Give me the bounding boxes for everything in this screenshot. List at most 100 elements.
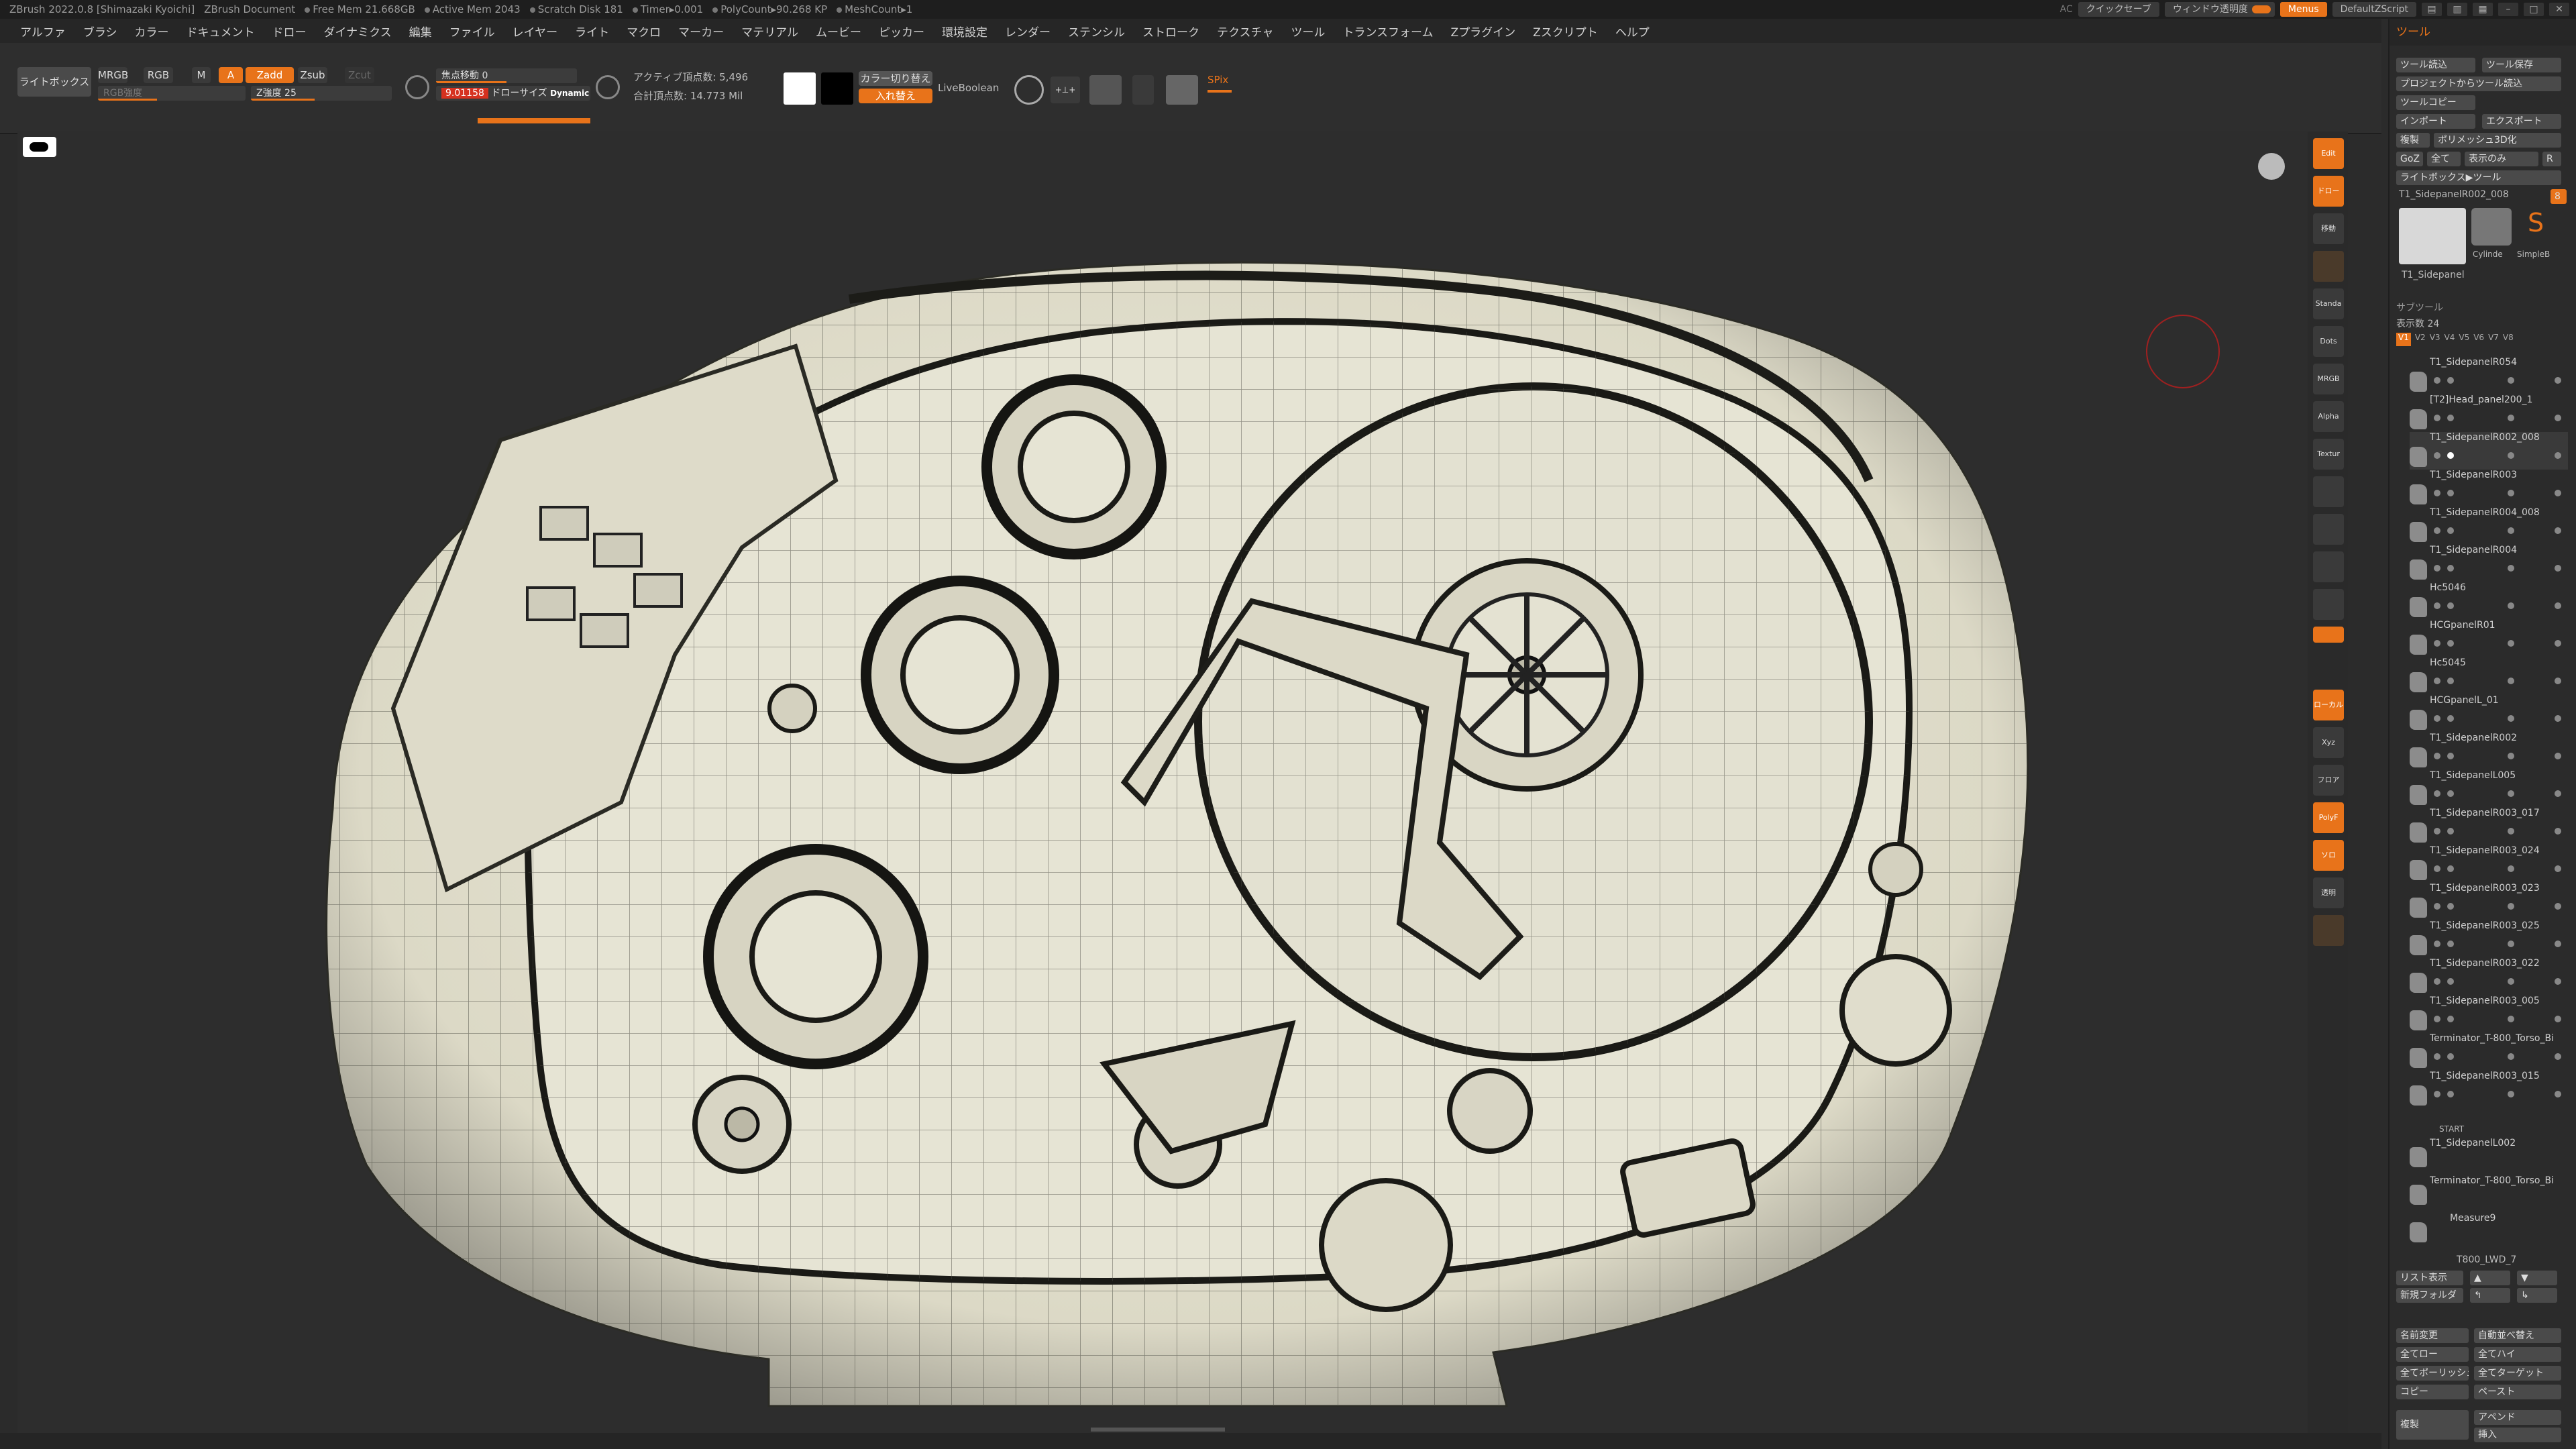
- version-8[interactable]: V8: [2503, 333, 2514, 346]
- menu-tool[interactable]: ツール: [1291, 23, 1325, 40]
- standard-brush-button[interactable]: Standa: [2313, 288, 2344, 319]
- subtool-item[interactable]: Terminator_T-800_Torso_Bi: [2410, 1033, 2568, 1071]
- transparency-icon[interactable]: [1166, 75, 1198, 105]
- menus-button[interactable]: Menus: [2279, 2, 2327, 17]
- symmetry-icon[interactable]: +⊥+: [1051, 76, 1080, 103]
- menu-help[interactable]: ヘルプ: [1615, 23, 1650, 40]
- version-6[interactable]: V6: [2473, 333, 2484, 346]
- draw-size-slider[interactable]: 9.01158 ドローサイズ Dynamic: [436, 86, 590, 101]
- import-button[interactable]: インポート: [2396, 114, 2475, 129]
- floor-button[interactable]: フロア: [2313, 765, 2344, 796]
- version-7[interactable]: V7: [2488, 333, 2499, 346]
- menu-marker[interactable]: マーカー: [678, 23, 724, 40]
- version-1[interactable]: V1: [2396, 333, 2411, 346]
- lightbox-button[interactable]: ライトボックス: [17, 67, 91, 97]
- m-button[interactable]: M: [192, 67, 211, 83]
- subtool-item[interactable]: T1_SidepanelL005: [2410, 770, 2568, 808]
- quicksave-button[interactable]: クイックセーブ: [2078, 2, 2159, 17]
- close-icon[interactable]: ✕: [2549, 3, 2569, 16]
- menu-preferences[interactable]: 環境設定: [942, 23, 987, 40]
- xyz-button[interactable]: Xyz: [2313, 727, 2344, 758]
- menu-texture[interactable]: テクスチャ: [1217, 23, 1273, 40]
- layout3-icon[interactable]: ▦: [2473, 3, 2493, 16]
- menu-layer[interactable]: レイヤー: [513, 23, 558, 40]
- polyf-button[interactable]: PolyF: [2313, 802, 2344, 833]
- insert-button[interactable]: 挿入: [2474, 1428, 2561, 1442]
- zadd-button[interactable]: Zadd: [246, 67, 294, 83]
- menu-zscript[interactable]: Zスクリプト: [1533, 23, 1598, 40]
- a-button[interactable]: A: [219, 67, 243, 83]
- menu-color[interactable]: カラー: [135, 23, 169, 40]
- version-4[interactable]: V4: [2445, 333, 2455, 346]
- all-high-button[interactable]: 全てハイ: [2474, 1347, 2561, 1362]
- subtool-item[interactable]: T1_SidepanelR004_008: [2410, 507, 2568, 545]
- move-down-icon[interactable]: ▼: [2517, 1271, 2557, 1285]
- menu-material[interactable]: マテリアル: [741, 23, 798, 40]
- load-from-project-button[interactable]: プロジェクトからツール読込: [2396, 76, 2561, 91]
- copy-button[interactable]: コピー: [2396, 1385, 2469, 1399]
- menu-edit[interactable]: 編集: [409, 23, 432, 40]
- edit-button[interactable]: Edit: [2313, 138, 2344, 169]
- color-switch-button[interactable]: カラー切り替え: [859, 71, 932, 86]
- menu-light[interactable]: ライト: [575, 23, 609, 40]
- tool-thumbnail[interactable]: [2399, 208, 2466, 264]
- dynamic-button[interactable]: [2313, 915, 2344, 946]
- subtool-item[interactable]: Hc5046: [2410, 582, 2568, 620]
- arrow-left-icon[interactable]: ↰: [2470, 1288, 2510, 1303]
- zcut-button[interactable]: Zcut: [345, 67, 374, 83]
- subtool-item[interactable]: T1_SidepanelR003_024: [2410, 845, 2568, 883]
- secondary-color-swatch[interactable]: [821, 72, 853, 105]
- menu-stencil[interactable]: ステンシル: [1068, 23, 1125, 40]
- menu-draw[interactable]: ドロー: [272, 23, 307, 40]
- menu-stroke[interactable]: ストローク: [1142, 23, 1199, 40]
- export-button[interactable]: エクスポート: [2482, 114, 2561, 129]
- liveboolean-button[interactable]: LiveBoolean: [938, 82, 999, 94]
- zoom-button[interactable]: [2313, 514, 2344, 545]
- menu-alpha[interactable]: アルファ: [20, 23, 66, 40]
- subtool-item[interactable]: HCGpanelL_01: [2410, 695, 2568, 733]
- all-button[interactable]: 全て: [2427, 152, 2461, 166]
- mrgb-button[interactable]: MRGB: [98, 67, 128, 83]
- subtool-item[interactable]: T1_SidepanelR004: [2410, 545, 2568, 582]
- subtool-item[interactable]: T1_SidepanelR003_015: [2410, 1071, 2568, 1108]
- zsub-button[interactable]: Zsub: [298, 67, 327, 83]
- version-3[interactable]: V3: [2430, 333, 2440, 346]
- goz-button[interactable]: GoZ: [2396, 152, 2423, 166]
- layout2-icon[interactable]: ▥: [2447, 3, 2467, 16]
- subtool-item[interactable]: T1_SidepanelR003_023: [2410, 883, 2568, 920]
- subtool-item[interactable]: HCGpanelR01: [2410, 620, 2568, 657]
- new-folder-button[interactable]: 新規フォルダ: [2396, 1288, 2463, 1303]
- subtool-item[interactable]: T1_SidepanelR003_017: [2410, 808, 2568, 845]
- z-intensity-slider[interactable]: Z強度 25: [251, 86, 392, 101]
- minimize-icon[interactable]: –: [2498, 3, 2518, 16]
- draw-icon[interactable]: [596, 75, 620, 99]
- local-button[interactable]: ローカル: [2313, 690, 2344, 720]
- actual-button[interactable]: [2313, 551, 2344, 582]
- simple-brush-icon[interactable]: S: [2516, 208, 2556, 246]
- subtool-header[interactable]: サブツール: [2396, 301, 2443, 314]
- focal-shift-icon[interactable]: [405, 75, 429, 99]
- focal-shift-slider[interactable]: 焦点移動 0: [436, 68, 577, 83]
- default-zscript-button[interactable]: DefaultZScript: [2332, 2, 2416, 17]
- all-target-button[interactable]: 全てターゲット: [2474, 1366, 2561, 1381]
- subtool-item[interactable]: Hc5045: [2410, 657, 2568, 695]
- subtool-item[interactable]: T1_SidepanelL002: [2410, 1138, 2568, 1167]
- subtool-item[interactable]: Measure9: [2410, 1213, 2568, 1242]
- subtool-item[interactable]: T1_SidepanelR054: [2410, 357, 2568, 394]
- all-polish-button[interactable]: 全てポーリッシュへ: [2396, 1366, 2469, 1381]
- arrow-right-icon[interactable]: ↳: [2517, 1288, 2557, 1303]
- lock-icon[interactable]: [1132, 75, 1154, 105]
- copy-tool-button[interactable]: ツールコピー: [2396, 95, 2475, 110]
- menu-document[interactable]: ドキュメント: [186, 23, 255, 40]
- menu-render[interactable]: レンダー: [1005, 23, 1051, 40]
- persp-button[interactable]: [2313, 627, 2344, 643]
- polymesh3d-button[interactable]: ポリメッシュ3D化: [2434, 133, 2561, 148]
- solo-button[interactable]: ソロ: [2313, 840, 2344, 871]
- main-color-swatch[interactable]: [784, 72, 816, 105]
- paste-button[interactable]: ペースト: [2474, 1385, 2561, 1399]
- menu-picker[interactable]: ピッカー: [879, 23, 924, 40]
- rgb-intensity-slider[interactable]: RGB強度: [98, 86, 246, 101]
- subtool-item[interactable]: T1_SidepanelR002: [2410, 733, 2568, 770]
- menu-zplugin[interactable]: Zプラグイン: [1451, 23, 1516, 40]
- version-2[interactable]: V2: [2415, 333, 2426, 346]
